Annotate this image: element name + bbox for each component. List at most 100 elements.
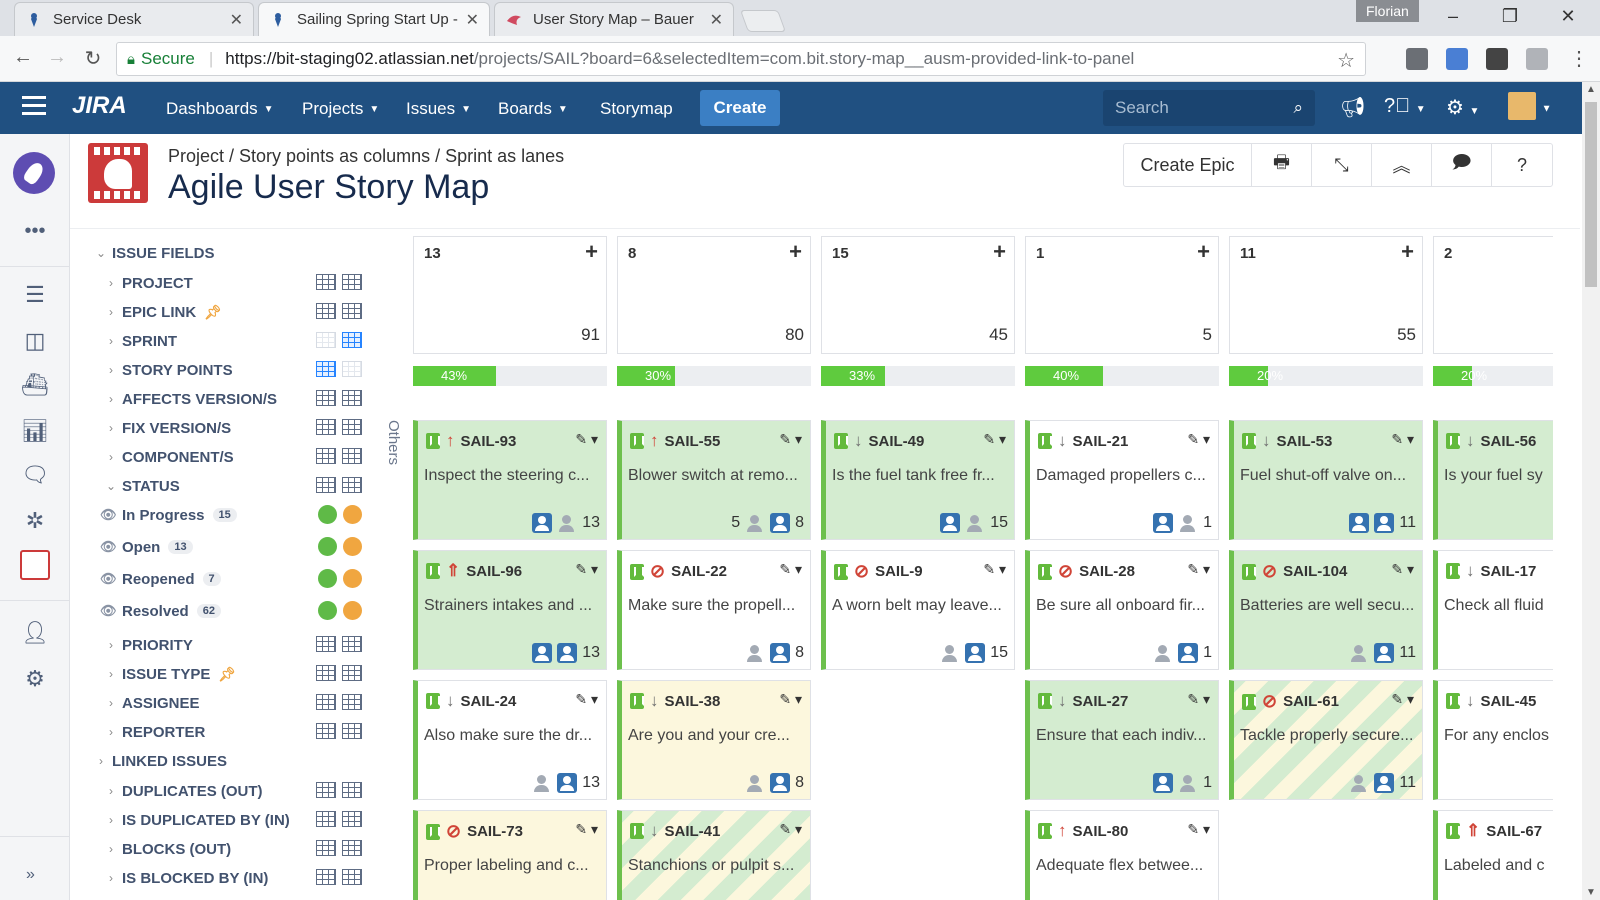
comment-icon[interactable]: 🗩 — [1432, 144, 1492, 186]
field-assignee[interactable]: › ASSIGNEE — [100, 688, 370, 718]
issue-key[interactable]: SAIL-67 — [1486, 823, 1542, 840]
lanes-grid-icon[interactable] — [342, 419, 362, 435]
status-resolved[interactable]: 👁︎ Resolved 62 — [100, 596, 370, 626]
issue-card[interactable]: ↓ SAIL-41 ✎ ▾ Stanchions or pulpit s... — [617, 810, 811, 900]
lanes-grid-icon[interactable] — [342, 477, 362, 493]
field-issue-type[interactable]: › ISSUE TYPE 📌︎ — [100, 659, 370, 689]
lanes-grid-icon[interactable] — [342, 274, 362, 290]
breadcrumb[interactable]: Project / Story points as columns / Spri… — [168, 146, 564, 167]
status-in-progress[interactable]: 👁︎ In Progress 15 — [100, 500, 370, 530]
field-sprint[interactable]: › SPRINT — [100, 326, 370, 356]
lanes-grid-icon[interactable] — [342, 332, 362, 348]
issue-card[interactable]: ↑ SAIL-55 ✎ ▾ Blower switch at remo... 5 8 — [617, 420, 811, 540]
issue-card[interactable]: ↓ SAIL-21 ✎ ▾ Damaged propellers c... 1 — [1025, 420, 1219, 540]
lanes-grid-icon[interactable] — [342, 840, 362, 856]
columns-grid-icon[interactable] — [316, 636, 336, 652]
add-icon[interactable]: + — [993, 239, 1006, 265]
pdf-icon[interactable] — [1526, 48, 1548, 70]
green-dot-icon[interactable] — [318, 569, 337, 588]
edit-icon[interactable]: ✎ ▾ — [1187, 431, 1210, 448]
edit-icon[interactable]: ✎ ▾ — [1391, 561, 1414, 578]
browser-menu-icon[interactable]: ⋮ — [1566, 46, 1592, 71]
linked-issues-header[interactable]: › LINKED ISSUES — [90, 746, 370, 776]
add-people-icon[interactable]: 👤︎ — [20, 620, 50, 650]
issue-key[interactable]: SAIL-41 — [665, 823, 721, 840]
issue-card[interactable]: ⊘ SAIL-61 ✎ ▾ Tackle properly secure... 1… — [1229, 680, 1423, 800]
reports-icon[interactable]: 📊︎ — [20, 418, 50, 448]
field-component[interactable]: › COMPONENT/S — [100, 442, 370, 472]
storymap-icon[interactable] — [20, 550, 50, 580]
columns-grid-icon[interactable] — [316, 448, 336, 464]
field-blocks-out[interactable]: › BLOCKS (OUT) — [100, 834, 370, 864]
add-icon[interactable]: + — [585, 239, 598, 265]
edit-icon[interactable]: ✎ ▾ — [779, 691, 802, 708]
field-status[interactable]: ⌄ STATUS — [100, 471, 370, 501]
more-icon[interactable]: ••• — [20, 220, 50, 250]
issue-key[interactable]: SAIL-28 — [1079, 563, 1135, 580]
issue-card[interactable]: ↓ SAIL-53 ✎ ▾ Fuel shut-off valve on... 1… — [1229, 420, 1423, 540]
issue-card[interactable]: ⊘ SAIL-9 ✎ ▾ A worn belt may leave... 15 — [821, 550, 1015, 670]
issue-card[interactable]: ↓ SAIL-17 Check all fluid — [1433, 550, 1553, 670]
nav-issues[interactable]: Issues ▼ — [406, 99, 471, 119]
edit-icon[interactable]: ✎ ▾ — [1187, 561, 1210, 578]
lanes-grid-icon[interactable] — [342, 361, 362, 377]
eye-icon[interactable]: 👁︎ — [100, 603, 122, 619]
lanes-grid-icon[interactable] — [342, 694, 362, 710]
column-header[interactable]: 13 +91 — [413, 236, 607, 354]
gear-icon[interactable]: ⚙ ▼ — [1446, 95, 1479, 120]
lanes-grid-icon[interactable] — [342, 811, 362, 827]
issue-card[interactable]: ⊘ SAIL-73 ✎ ▾ Proper labeling and c... — [413, 810, 607, 900]
add-icon[interactable]: + — [1197, 239, 1210, 265]
green-dot-icon[interactable] — [318, 601, 337, 620]
close-window-icon[interactable]: ✕ — [1553, 6, 1583, 27]
issue-key[interactable]: SAIL-96 — [466, 563, 522, 580]
issue-key[interactable]: SAIL-93 — [461, 433, 517, 450]
lanes-grid-icon[interactable] — [342, 665, 362, 681]
lanes-grid-icon[interactable] — [342, 723, 362, 739]
lanes-grid-icon[interactable] — [342, 448, 362, 464]
issue-key[interactable]: SAIL-17 — [1481, 563, 1537, 580]
nav-projects[interactable]: Projects ▼ — [302, 99, 379, 119]
issue-card[interactable]: ↓ SAIL-24 ✎ ▾ Also make sure the dr... 13 — [413, 680, 607, 800]
issue-key[interactable]: SAIL-56 — [1481, 433, 1537, 450]
tab-sailing-spring[interactable]: Sailing Spring Start Up - ✕ — [258, 2, 490, 36]
lanes-grid-icon[interactable] — [342, 390, 362, 406]
eye-icon[interactable]: 👁︎ — [100, 539, 122, 555]
extension-icon[interactable] — [1406, 48, 1428, 70]
columns-grid-icon[interactable] — [316, 419, 336, 435]
nav-dashboards[interactable]: Dashboards ▼ — [166, 99, 274, 119]
app-switcher-icon[interactable] — [22, 96, 46, 116]
edit-icon[interactable]: ✎ ▾ — [1391, 691, 1414, 708]
issue-fields-header[interactable]: ⌄ ISSUE FIELDS — [90, 238, 370, 268]
field-reporter[interactable]: › REPORTER — [100, 717, 370, 747]
issue-key[interactable]: SAIL-24 — [461, 693, 517, 710]
issue-key[interactable]: SAIL-22 — [671, 563, 727, 580]
releases-icon[interactable]: ⛴︎ — [20, 372, 50, 402]
settings-icon[interactable]: ⚙ — [20, 666, 50, 696]
columns-grid-icon[interactable] — [316, 665, 336, 681]
field-priority[interactable]: › PRIORITY — [100, 630, 370, 660]
columns-grid-icon[interactable] — [316, 694, 336, 710]
field-duplicates-out[interactable]: › DUPLICATES (OUT) — [100, 776, 370, 806]
issue-card[interactable]: ⊘ SAIL-22 ✎ ▾ Make sure the propell... 8 — [617, 550, 811, 670]
edit-icon[interactable]: ✎ ▾ — [779, 821, 802, 838]
edit-icon[interactable]: ✎ ▾ — [575, 691, 598, 708]
close-icon[interactable]: ✕ — [710, 10, 723, 30]
expand-sidebar-icon[interactable]: » — [26, 866, 35, 884]
issue-card[interactable]: ↓ SAIL-45 For any enclos — [1433, 680, 1553, 800]
lanes-grid-icon[interactable] — [342, 782, 362, 798]
issue-key[interactable]: SAIL-49 — [869, 433, 925, 450]
avatar[interactable]: ▼ — [1508, 92, 1551, 120]
field-is-blocked-by[interactable]: › IS BLOCKED BY (IN) — [100, 863, 370, 893]
field-story-points[interactable]: › STORY POINTS — [100, 355, 370, 385]
column-header[interactable]: 8 +80 — [617, 236, 811, 354]
tab-user-story-map[interactable]: User Story Map – Bauer ✕ — [494, 2, 734, 36]
issue-key[interactable]: SAIL-61 — [1283, 693, 1339, 710]
orange-dot-icon[interactable] — [343, 505, 362, 524]
issues-search-icon[interactable]: 🗨︎ — [20, 462, 50, 492]
edit-icon[interactable]: ✎ ▾ — [1391, 431, 1414, 448]
status-open[interactable]: 👁︎ Open 13 — [100, 532, 370, 562]
add-icon[interactable]: + — [1401, 239, 1414, 265]
forward-icon[interactable]: → — [44, 46, 70, 69]
field-affects-version[interactable]: › AFFECTS VERSION/S — [100, 384, 370, 414]
